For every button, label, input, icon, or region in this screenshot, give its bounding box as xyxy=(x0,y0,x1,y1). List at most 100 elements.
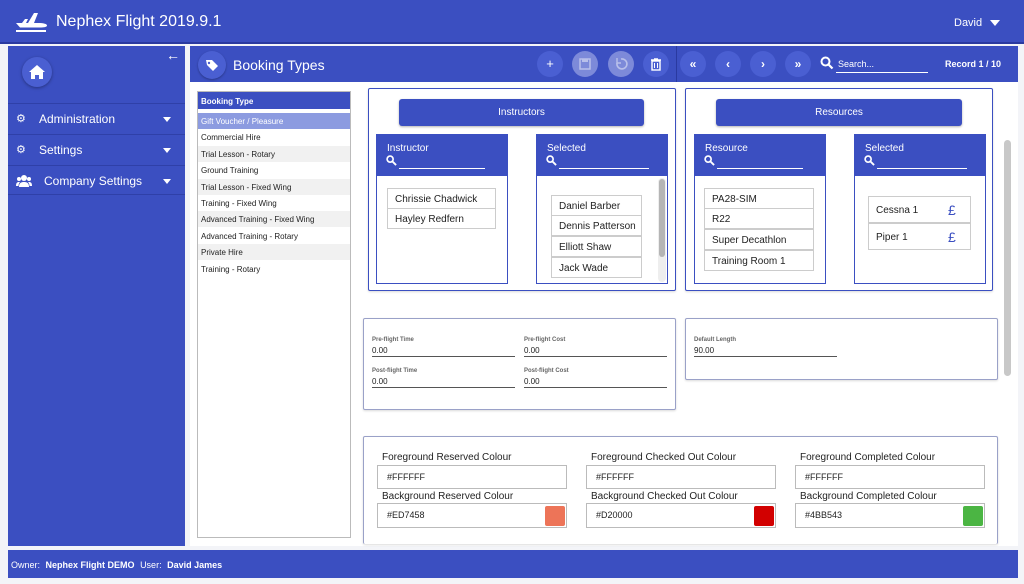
selected-instructors-scroll-thumb[interactable] xyxy=(659,179,665,257)
list-item[interactable]: Super Decathlon xyxy=(704,229,814,250)
list-item[interactable]: Advanced Training - Fixed Wing xyxy=(198,211,350,227)
search-icon[interactable] xyxy=(546,155,557,166)
list-item[interactable]: Training Room 1 xyxy=(704,250,814,271)
search-icon[interactable] xyxy=(386,155,397,166)
flight-times-panel xyxy=(363,318,676,410)
available-instructors-header: Instructor xyxy=(376,134,508,176)
search-input[interactable]: Search... xyxy=(838,59,874,69)
previous-record-button[interactable]: ‹ xyxy=(715,51,741,77)
user-menu-caret-icon[interactable] xyxy=(990,20,1000,26)
gear-icon: ⚙ xyxy=(16,113,26,125)
user-value: David James xyxy=(167,560,223,570)
gears-icon: ⚙ xyxy=(16,144,26,156)
undo-icon xyxy=(616,58,628,70)
main-scrollbar-thumb[interactable] xyxy=(1004,140,1011,376)
user-label: User: xyxy=(140,560,162,570)
double-chevron-right-icon: » xyxy=(794,57,802,71)
postflight-cost-label: Post-flight Cost xyxy=(524,368,569,374)
chevron-left-icon: ‹ xyxy=(726,57,730,71)
list-item[interactable]: Trial Lesson - Fixed Wing xyxy=(198,179,350,195)
list-item[interactable]: Dennis Patterson xyxy=(551,215,642,236)
user-menu[interactable]: David xyxy=(954,17,982,29)
home-icon xyxy=(29,65,45,79)
selected-instructors-search-input[interactable] xyxy=(559,168,649,169)
available-resources-header: Resource xyxy=(694,134,826,176)
postflight-cost-input[interactable]: 0.00 xyxy=(524,377,540,386)
available-resources-search-input[interactable] xyxy=(717,168,803,169)
search-icon[interactable] xyxy=(704,155,715,166)
add-button[interactable]: + xyxy=(537,51,563,77)
preflight-time-input[interactable]: 0.00 xyxy=(372,346,388,355)
list-item[interactable]: Hayley Redfern xyxy=(387,208,496,229)
list-item[interactable]: Jack Wade xyxy=(551,257,642,278)
collapse-sidebar-arrow-icon[interactable]: ← xyxy=(166,47,180,63)
bg-checked-out-input[interactable]: #D20000 xyxy=(586,503,776,528)
booking-types-badge xyxy=(198,51,226,79)
chevron-right-icon: › xyxy=(761,57,765,71)
selected-resources-search-input[interactable] xyxy=(877,168,967,169)
fg-reserved-input[interactable]: #FFFFFF xyxy=(377,465,567,489)
bg-completed-value: #4BB543 xyxy=(805,510,843,520)
postflight-time-underline xyxy=(372,387,515,388)
trash-icon xyxy=(651,58,661,71)
plus-icon: + xyxy=(546,56,554,71)
record-counter: Record 1 / 10 xyxy=(945,59,1002,69)
list-item[interactable]: Trial Lesson - Rotary xyxy=(198,146,350,162)
bg-completed-label: Background Completed Colour xyxy=(800,491,937,502)
list-item[interactable]: Training - Rotary xyxy=(198,261,350,277)
bg-checked-out-swatch[interactable] xyxy=(754,506,774,526)
bg-completed-swatch[interactable] xyxy=(963,506,983,526)
available-instructors-search-input[interactable] xyxy=(399,168,485,169)
list-item[interactable]: Gift Voucher / Pleasure xyxy=(198,113,350,129)
list-item[interactable]: Elliott Shaw xyxy=(551,236,642,257)
list-item[interactable]: Training - Fixed Wing xyxy=(198,195,350,211)
instructors-button[interactable]: Instructors xyxy=(399,99,644,126)
resources-button[interactable]: Resources xyxy=(716,99,962,126)
list-item[interactable]: Cessna 1 £ xyxy=(868,196,971,223)
list-item[interactable]: Daniel Barber xyxy=(551,195,642,216)
list-item[interactable]: Private Hire xyxy=(198,244,350,260)
sidebar-item-settings[interactable]: ⚙ Settings xyxy=(8,134,185,164)
next-record-button[interactable]: › xyxy=(750,51,776,77)
chevron-down-icon xyxy=(163,117,171,122)
home-button[interactable] xyxy=(22,57,52,87)
undo-button[interactable] xyxy=(608,51,634,77)
last-record-button[interactable]: » xyxy=(785,51,811,77)
resource-name: Cessna 1 xyxy=(876,205,919,216)
default-length-panel xyxy=(685,318,998,380)
fg-completed-input[interactable]: #FFFFFF xyxy=(795,465,985,489)
sidebar-item-administration[interactable]: ⚙ Administration xyxy=(8,103,185,133)
list-item[interactable]: Advanced Training - Rotary xyxy=(198,228,350,244)
list-item[interactable]: Chrissie Chadwick xyxy=(387,188,496,209)
bg-completed-input[interactable]: #4BB543 xyxy=(795,503,985,528)
pound-icon[interactable]: £ xyxy=(948,229,956,245)
default-length-input[interactable]: 90.00 xyxy=(694,346,714,355)
selected-resources-header: Selected xyxy=(854,134,986,176)
selected-instructors-title: Selected xyxy=(547,143,586,154)
first-record-button[interactable]: « xyxy=(680,51,706,77)
preflight-cost-input[interactable]: 0.00 xyxy=(524,346,540,355)
bg-reserved-input[interactable]: #ED7458 xyxy=(377,503,567,528)
sidebar-item-company-settings[interactable]: Company Settings xyxy=(8,165,185,195)
list-item[interactable]: Piper 1 £ xyxy=(868,223,971,250)
list-item[interactable]: R22 xyxy=(704,208,814,229)
available-resources-title: Resource xyxy=(705,143,748,154)
toolbar-divider xyxy=(676,46,677,82)
list-item[interactable]: Commercial Hire xyxy=(198,129,350,145)
postflight-time-input[interactable]: 0.00 xyxy=(372,377,388,386)
double-chevron-left-icon: « xyxy=(689,57,697,71)
bg-reserved-label: Background Reserved Colour xyxy=(382,491,514,502)
fg-checked-out-input[interactable]: #FFFFFF xyxy=(586,465,776,489)
tag-icon xyxy=(206,60,218,71)
pound-icon[interactable]: £ xyxy=(948,202,956,218)
list-item[interactable]: Ground Training xyxy=(198,162,350,178)
owner-value: Nephex Flight DEMO xyxy=(45,560,135,570)
bg-reserved-swatch[interactable] xyxy=(545,506,565,526)
bg-checked-out-label: Background Checked Out Colour xyxy=(591,491,738,502)
resource-name: Piper 1 xyxy=(876,232,908,243)
list-item[interactable]: PA28-SIM xyxy=(704,188,814,209)
fg-completed-label: Foreground Completed Colour xyxy=(800,452,936,463)
search-icon[interactable] xyxy=(864,155,875,166)
delete-button[interactable] xyxy=(643,51,669,77)
save-button[interactable] xyxy=(572,51,598,77)
